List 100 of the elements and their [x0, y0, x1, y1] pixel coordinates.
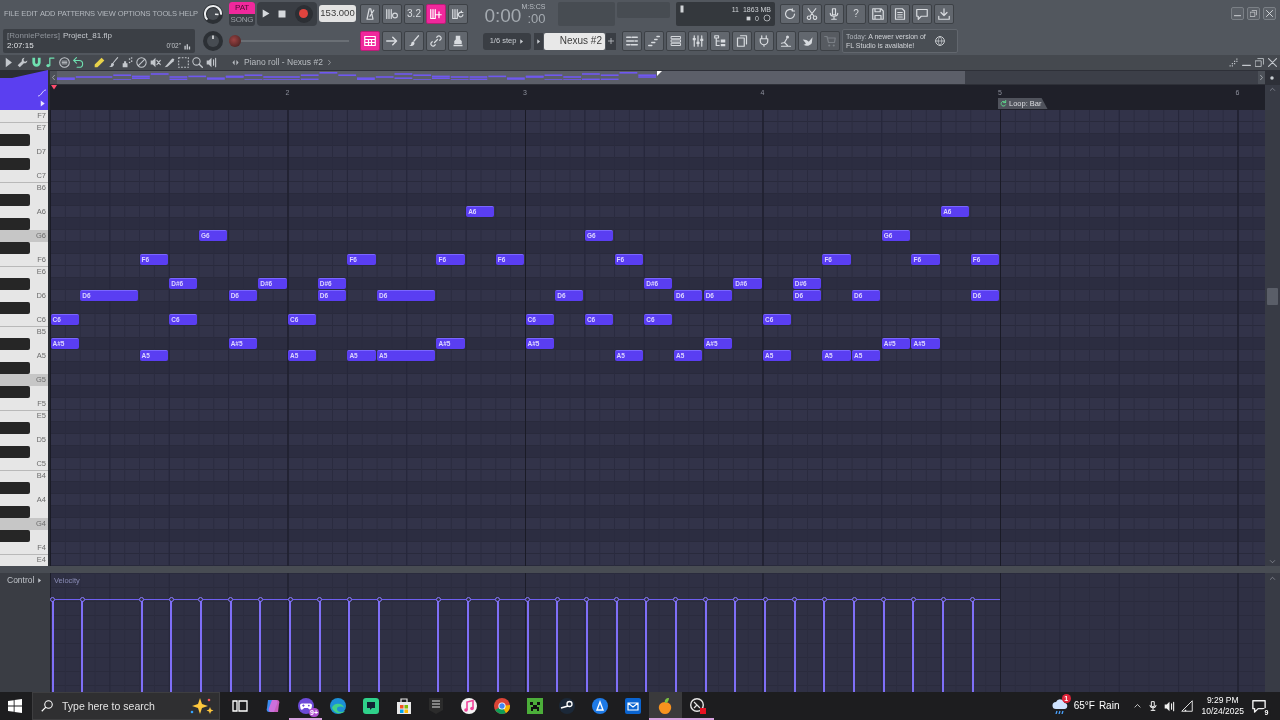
- velocity-bar[interactable]: [554, 597, 585, 692]
- velocity-bar[interactable]: [970, 597, 1000, 692]
- play-button[interactable]: [261, 9, 271, 18]
- velocity-bar[interactable]: [792, 597, 822, 692]
- toolbar-button[interactable]: [426, 31, 446, 51]
- velocity-bar[interactable]: [287, 597, 318, 692]
- clock-time[interactable]: 9:29 PM: [1206, 695, 1239, 706]
- toolbar-button[interactable]: [754, 31, 774, 51]
- toolbar-button[interactable]: [934, 3, 954, 24]
- signal-icon[interactable]: [1181, 700, 1194, 712]
- velocity-bar[interactable]: [643, 597, 674, 692]
- tempo-display[interactable]: 153.000: [319, 5, 356, 22]
- no-entry-icon[interactable]: [136, 57, 147, 68]
- circle-lines-icon[interactable]: [59, 57, 70, 68]
- knob[interactable]: [203, 3, 223, 24]
- toolbar-button[interactable]: [382, 3, 402, 24]
- velocity-bar[interactable]: [228, 597, 258, 692]
- microphone-icon[interactable]: [1148, 701, 1159, 711]
- velocity-bar[interactable]: [940, 597, 971, 692]
- control-menu[interactable]: Control: [0, 576, 43, 586]
- undo-icon[interactable]: [73, 57, 84, 68]
- toolbar-button[interactable]: [912, 3, 932, 24]
- toolbar-button[interactable]: [360, 31, 380, 51]
- toolbar-button[interactable]: ?: [846, 3, 866, 24]
- scroll-right-button[interactable]: [1258, 71, 1265, 84]
- velocity-bar[interactable]: [614, 597, 644, 692]
- velocity-bar[interactable]: [435, 597, 466, 692]
- velocity-bar[interactable]: [50, 597, 80, 692]
- slider-thumb[interactable]: [229, 35, 241, 47]
- pencil-icon[interactable]: [94, 57, 105, 68]
- music-note-icon[interactable]: [45, 57, 56, 68]
- vertical-scrollbar[interactable]: [1265, 85, 1280, 566]
- clock-date[interactable]: 10/24/2025: [1201, 706, 1244, 717]
- toolbar-button[interactable]: [644, 31, 664, 51]
- toolbar-button[interactable]: [404, 31, 424, 51]
- record-button[interactable]: [294, 4, 313, 23]
- velocity-bar[interactable]: [79, 597, 140, 692]
- taskbar-button[interactable]: [648, 692, 682, 720]
- dots-icon[interactable]: [1229, 58, 1238, 67]
- toolbar-button[interactable]: [824, 3, 844, 24]
- zoom-icon[interactable]: [192, 57, 203, 68]
- sparkle-icon[interactable]: [190, 698, 214, 714]
- rain-cloud-icon[interactable]: [1051, 698, 1068, 714]
- toolbar-button[interactable]: [732, 31, 752, 51]
- toolbar-button[interactable]: [776, 31, 796, 51]
- toolbar-button[interactable]: [798, 31, 818, 51]
- chevron-icon[interactable]: [326, 59, 332, 66]
- velocity-bar[interactable]: [525, 597, 555, 692]
- velocity-bar[interactable]: [257, 597, 288, 692]
- triangle-icon[interactable]: [3, 57, 14, 68]
- velocity-bar[interactable]: [139, 597, 169, 692]
- knife-icon[interactable]: [164, 57, 175, 68]
- velocity-bar[interactable]: [346, 597, 377, 692]
- velocity-bar[interactable]: [732, 597, 763, 692]
- toolbar-button[interactable]: [426, 3, 446, 24]
- double-triangle-icon[interactable]: [231, 59, 240, 66]
- scrollbar-thumb[interactable]: [57, 71, 965, 84]
- select-icon[interactable]: [178, 57, 189, 68]
- pattern-selector[interactable]: Nexus #2: [544, 32, 605, 50]
- toolbar-button[interactable]: [622, 31, 642, 51]
- restore-button[interactable]: [1247, 7, 1260, 20]
- toolbar-button[interactable]: [666, 31, 686, 51]
- chevron-up-icon[interactable]: [1133, 703, 1143, 709]
- globe-icon[interactable]: [935, 36, 945, 46]
- toolbar-button[interactable]: [890, 3, 910, 24]
- velocity-bar[interactable]: [821, 597, 852, 692]
- search-field[interactable]: Type here to search: [32, 692, 220, 720]
- speaker-icon[interactable]: [1164, 700, 1176, 712]
- wrench-icon[interactable]: [17, 57, 28, 68]
- toolbar-button[interactable]: [868, 3, 888, 24]
- mute-icon[interactable]: [150, 57, 161, 68]
- toolbar-button[interactable]: [780, 3, 800, 24]
- toolbar-button[interactable]: [360, 3, 380, 24]
- toolbar-button[interactable]: [448, 31, 468, 51]
- velocity-bar[interactable]: [376, 597, 436, 692]
- pattern-menu-button[interactable]: [534, 32, 543, 50]
- close-button[interactable]: [1263, 7, 1276, 20]
- velocity-bar[interactable]: [673, 597, 704, 692]
- velocity-bar[interactable]: [762, 597, 793, 692]
- velocity-bar[interactable]: [317, 597, 347, 692]
- toolbar-button[interactable]: [382, 31, 402, 51]
- speech-bubble-icon[interactable]: [1252, 699, 1266, 713]
- velocity-bar[interactable]: [703, 597, 733, 692]
- velocity-bar[interactable]: [881, 597, 911, 692]
- toolbar-button[interactable]: [710, 31, 730, 51]
- velocity-bar[interactable]: [584, 597, 615, 692]
- toolbar-button[interactable]: [802, 3, 822, 24]
- velocity-bar[interactable]: [495, 597, 525, 692]
- dot-icon[interactable]: [1270, 75, 1274, 80]
- minimize-button[interactable]: [1231, 7, 1244, 20]
- brush-icon[interactable]: [108, 57, 119, 68]
- mode-option[interactable]: SONG: [229, 13, 255, 26]
- magnet-icon[interactable]: [31, 57, 42, 68]
- velocity-bar[interactable]: [168, 597, 199, 692]
- scroll-left-button[interactable]: [50, 71, 57, 84]
- velocity-bar[interactable]: [465, 597, 496, 692]
- close-icon[interactable]: [1268, 58, 1277, 67]
- velocity-bar[interactable]: [198, 597, 229, 692]
- scrollbar-thumb[interactable]: [1267, 288, 1278, 305]
- stop-button[interactable]: [278, 9, 287, 18]
